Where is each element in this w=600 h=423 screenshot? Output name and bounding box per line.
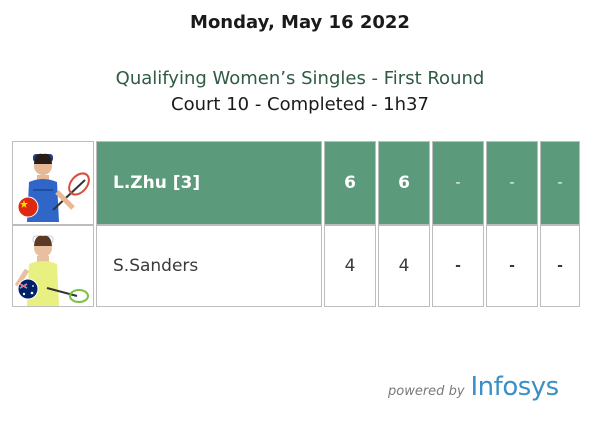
set-score-1: 4 (324, 225, 376, 307)
match-date: Monday, May 16 2022 (190, 12, 410, 33)
court-status: Court 10 - Completed - 1h37 (171, 94, 429, 115)
set-score-2: 4 (378, 225, 430, 307)
player-name-zhu: L.Zhu [3] (96, 141, 322, 225)
scoreboard: L.Zhu [3] 6 6 - - - S.Sanders 4 4 - - - (12, 141, 580, 307)
set-score-4: - (486, 141, 538, 225)
player-name-label: L.Zhu [3] (113, 173, 201, 193)
set-score-1: 6 (324, 141, 376, 225)
player-photo-zhu (12, 141, 94, 225)
infosys-logo: Infosys (470, 372, 560, 402)
set-score-5: - (540, 141, 580, 225)
player-name-sanders: S.Sanders (96, 225, 322, 307)
set-score-4: - (486, 225, 538, 307)
australia-flag-icon (17, 278, 39, 300)
set-score-2: 6 (378, 141, 430, 225)
china-flag-icon (17, 196, 39, 218)
player-photo-sanders (12, 225, 94, 307)
set-score-3: - (432, 141, 484, 225)
player-name-label: S.Sanders (113, 256, 199, 276)
set-score-5: - (540, 225, 580, 307)
powered-by-footer: powered by Infosys (388, 372, 559, 402)
set-score-3: - (432, 225, 484, 307)
event-title: Qualifying Women’s Singles - First Round (115, 68, 485, 89)
powered-by-text: powered by (388, 384, 465, 399)
